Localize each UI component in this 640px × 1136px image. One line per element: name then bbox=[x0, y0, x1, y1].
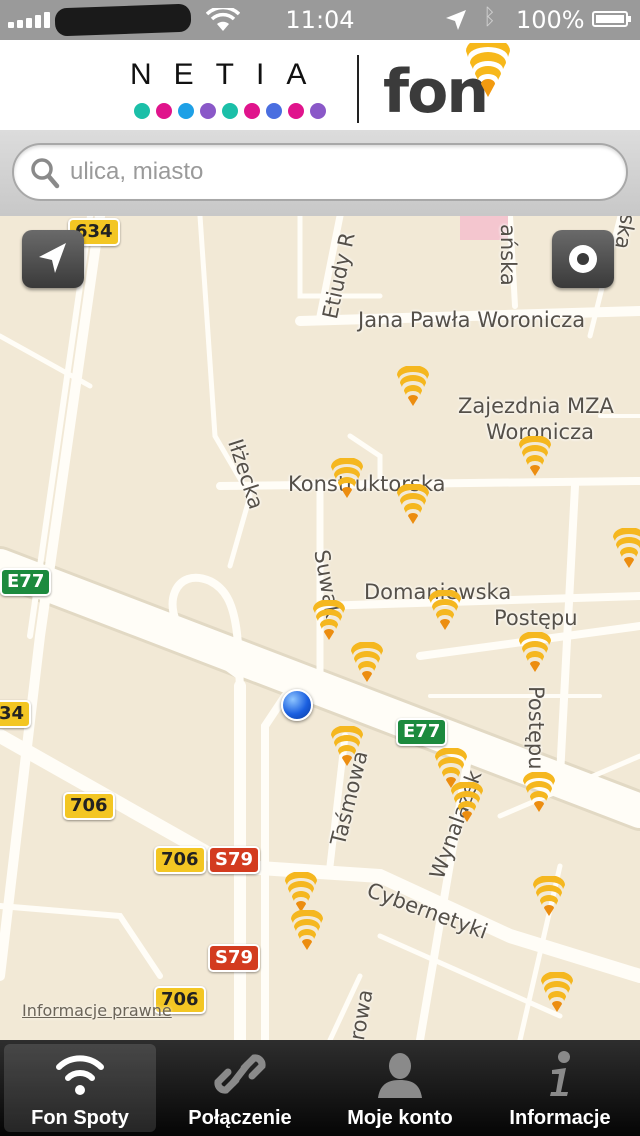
wifi-icon bbox=[56, 1055, 104, 1095]
battery-percent: 100% bbox=[516, 6, 585, 34]
place-label: Zajezdnia MZA bbox=[458, 394, 614, 418]
battery-icon bbox=[592, 11, 631, 27]
fon-hotspot-icon[interactable] bbox=[532, 875, 566, 916]
bluetooth-icon: ᛒ bbox=[483, 5, 497, 30]
road-shield-e77: E77 bbox=[396, 718, 448, 746]
road-shield-706: 706 bbox=[63, 792, 115, 820]
street-label: ańska bbox=[496, 224, 520, 286]
logo-dot bbox=[266, 103, 282, 119]
logo-dot bbox=[178, 103, 194, 119]
search-placeholder: ulica, miasto bbox=[70, 158, 204, 185]
record-dot-icon bbox=[569, 245, 597, 273]
fon-hotspot-icon[interactable] bbox=[396, 483, 430, 524]
fon-hotspot-icon[interactable] bbox=[290, 909, 324, 950]
location-services-icon bbox=[446, 10, 466, 30]
tab-label: Połączenie bbox=[188, 1107, 292, 1129]
map-view[interactable]: Jana Pawła Woroniczа Zajezdnia MZA Woron… bbox=[0, 216, 640, 1040]
netia-logo-dots bbox=[134, 103, 326, 119]
person-icon bbox=[378, 1053, 422, 1098]
logo-dot bbox=[200, 103, 216, 119]
wifi-status-icon bbox=[206, 8, 240, 31]
street-label: Postępu bbox=[524, 686, 548, 770]
search-input[interactable]: ulica, miasto bbox=[12, 143, 628, 201]
road-shield-34: 34 bbox=[0, 700, 32, 728]
carrier-name-redacted bbox=[54, 3, 192, 37]
tab-label: Informacje bbox=[509, 1107, 611, 1129]
tab-label: Fon Spoty bbox=[31, 1107, 129, 1129]
fon-hotspot-icon[interactable] bbox=[540, 971, 574, 1012]
netia-logo-text: NETIA bbox=[130, 58, 329, 91]
fon-hotspot-icon[interactable] bbox=[450, 781, 484, 822]
logo-dot bbox=[310, 103, 326, 119]
info-icon bbox=[550, 1051, 570, 1096]
tab-bar: Fon Spoty Połączenie Moje konto Informac… bbox=[0, 1040, 640, 1136]
logo-dot bbox=[156, 103, 172, 119]
fon-hotspot-icon[interactable] bbox=[330, 725, 364, 766]
road-shield-s79: S79 bbox=[208, 944, 261, 972]
logo-dot bbox=[134, 103, 150, 119]
logo-divider bbox=[357, 55, 359, 123]
fon-hotspot-icon[interactable] bbox=[518, 435, 552, 476]
status-time: 11:04 bbox=[285, 6, 355, 34]
search-bar: ulica, miasto bbox=[0, 130, 640, 217]
logo-dot bbox=[244, 103, 260, 119]
fon-hotspot-icon[interactable] bbox=[612, 527, 640, 568]
fon-hotspot-icon[interactable] bbox=[312, 599, 346, 640]
fon-logo-icon bbox=[466, 43, 510, 97]
fon-hotspot-icon[interactable] bbox=[518, 631, 552, 672]
tab-informacje[interactable]: Informacje bbox=[480, 1040, 640, 1136]
link-icon bbox=[214, 1054, 266, 1094]
logo-dot bbox=[222, 103, 238, 119]
fon-hotspot-icon[interactable] bbox=[330, 457, 364, 498]
fon-hotspot-icon[interactable] bbox=[284, 871, 318, 912]
signal-strength-icon bbox=[8, 12, 50, 28]
legal-info-link[interactable]: Informacje prawne bbox=[22, 1001, 172, 1020]
locate-me-button[interactable] bbox=[22, 230, 84, 288]
tab-polaczenie[interactable]: Połączenie bbox=[160, 1040, 320, 1136]
brand-header: NETIA fon bbox=[0, 40, 640, 130]
road-shield-s79: S79 bbox=[208, 846, 261, 874]
tab-moje-konto[interactable]: Moje konto bbox=[320, 1040, 480, 1136]
search-icon bbox=[31, 158, 60, 189]
tab-label: Moje konto bbox=[347, 1107, 453, 1129]
current-location-dot bbox=[281, 689, 313, 721]
fon-hotspot-icon[interactable] bbox=[428, 589, 462, 630]
street-label: Postępu bbox=[494, 606, 578, 630]
record-button[interactable] bbox=[552, 230, 614, 288]
street-label: Jana Pawła Woroniczа bbox=[358, 308, 586, 332]
status-bar: 11:04 ᛒ 100% bbox=[0, 0, 640, 40]
fon-hotspot-icon[interactable] bbox=[350, 641, 384, 682]
fon-hotspot-icon[interactable] bbox=[522, 771, 556, 812]
road-shield-706: 706 bbox=[154, 846, 206, 874]
location-arrow-icon bbox=[39, 243, 66, 273]
tab-fon-spoty[interactable]: Fon Spoty bbox=[0, 1040, 160, 1136]
road-shield-e77: E77 bbox=[0, 568, 52, 596]
fon-hotspot-icon[interactable] bbox=[396, 365, 430, 406]
logo-dot bbox=[288, 103, 304, 119]
